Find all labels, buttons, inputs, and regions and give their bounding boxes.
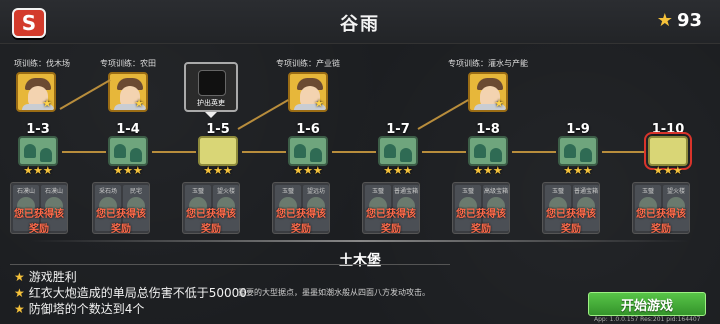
pointer-icon [205,112,217,118]
level-tile[interactable] [198,136,238,166]
reward-name: 玉璧 [461,188,474,195]
level-label: 1-6 [296,122,320,137]
reward-claimed-text: 您已获得该奖励 [276,209,326,235]
reward-card[interactable]: 玉璧 普通宝箱 您已获得该奖励 [542,182,600,235]
star-icon: ★ [656,10,673,31]
boss-icon [198,70,226,96]
path-line [512,151,556,153]
boss-label: 护出英吏 [197,99,225,107]
level-stars: ★★★ [653,164,683,177]
level-tile[interactable] [558,136,598,166]
reward-claimed-text: 您已获得该奖励 [186,209,236,235]
reward-card[interactable]: 玉璧 高级宝箱 您已获得该奖励 [452,182,510,235]
path-line [602,151,646,153]
path-line [62,151,106,153]
level-stars: ★★★ [473,164,503,177]
trainer-avatar[interactable]: ★ [468,72,508,112]
star-icon: ★ [14,270,25,284]
level-stars: ★★★ [203,164,233,177]
start-game-button[interactable]: 开始游戏 [588,292,706,316]
reward-card[interactable]: 玉璧 普通宝箱 您已获得该奖励 [362,182,420,235]
reward-claimed-text: 您已获得该奖励 [546,209,596,235]
star-icon: ★ [14,286,25,300]
boss-portrait[interactable]: 护出英吏 [184,62,238,112]
reward-name: 高级宝箱 [483,188,508,195]
reward-name: 望火楼 [666,188,685,195]
star-icon: ★ [134,97,144,110]
reward-name: 民宅 [129,188,142,195]
reward-name: 玉璧 [551,188,564,195]
version-text: App: 1.0.0.157 Res:201 pid:164407 [594,316,701,323]
reward-card[interactable]: 采石场 民宅 您已获得该奖励 [92,182,150,235]
star-icon: ★ [42,97,52,110]
reward-name: 望火楼 [216,188,235,195]
page-title: 谷雨 [340,14,380,35]
level-stars: ★★★ [293,164,323,177]
level-label: 1-5 [206,122,230,137]
level-label: 1-4 [116,122,140,137]
reward-name: 玉璧 [191,188,204,195]
star-icon: ★ [14,302,25,316]
level-tile-selected[interactable] [644,132,692,170]
level-stars: ★★★ [563,164,593,177]
star-counter: ★ 93 [657,10,702,31]
level-label: 1-8 [476,122,500,137]
reward-claimed-text: 您已获得该奖励 [14,209,64,235]
level-stars: ★★★ [23,164,53,177]
trainer-label: 专项训练：农田 [100,59,156,68]
reward-name: 石漠山 [16,188,35,195]
trainer-avatar[interactable]: ★ [108,72,148,112]
stage-name: 土木堡 [339,253,381,269]
divider [10,264,450,265]
level-stars: ★★★ [383,164,413,177]
stage-description: 重要的大型据点，墨墨如潮水般从四面八方发动攻击。 [238,288,430,297]
top-bar: S 谷雨 ★ 93 [0,0,720,44]
level-tile[interactable] [18,136,58,166]
reward-card[interactable]: 玉璧 望火楼 您已获得该奖励 [182,182,240,235]
trainer-label: 专项训练：灌水与产能 [448,59,528,68]
objective-text: 红衣大炮造成的单局总伤害不低于50000 [28,286,247,300]
level-label: 1-9 [566,122,590,137]
reward-name: 玉璧 [371,188,384,195]
reward-card[interactable]: 石漠山 石漠山 您已获得该奖励 [10,182,68,235]
level-tile[interactable] [378,136,418,166]
level-label: 1-7 [386,122,410,137]
reward-card[interactable]: 玉璧 望火楼 您已获得该奖励 [632,182,690,235]
level-tile[interactable] [108,136,148,166]
star-count: 93 [676,10,702,31]
trainer-label: 专项训练：产业链 [276,59,340,68]
reward-claimed-text: 您已获得该奖励 [366,209,416,235]
objective: ★ 防御塔的个数达到4个 [14,300,144,317]
reward-claimed-text: 您已获得该奖励 [636,209,686,235]
level-tile[interactable] [468,136,508,166]
level-label: 1-3 [26,122,50,137]
path-line [332,151,376,153]
path-line [152,151,196,153]
level-tile[interactable] [288,136,328,166]
reward-name: 望远坊 [306,188,325,195]
reward-name: 玉璧 [641,188,654,195]
reward-name: 采石场 [98,188,117,195]
star-icon: ★ [314,97,324,110]
objective: ★ 游戏胜利 [14,268,77,285]
path-line [242,151,286,153]
reward-claimed-text: 您已获得该奖励 [96,209,146,235]
reward-claimed-text: 您已获得该奖励 [456,209,506,235]
reward-card[interactable]: 玉璧 望远坊 您已获得该奖励 [272,182,330,235]
objective-text: 游戏胜利 [28,270,77,284]
objective-text: 防御塔的个数达到4个 [28,302,145,316]
level-stars: ★★★ [113,164,143,177]
trainer-avatar[interactable]: ★ [16,72,56,112]
path-line [422,151,466,153]
reward-name: 石漠山 [44,188,63,195]
divider [30,240,690,242]
reward-name: 玉璧 [281,188,294,195]
reward-name: 普通宝箱 [393,188,418,195]
level-label: 1-10 [651,122,685,137]
trainer-avatar[interactable]: ★ [288,72,328,112]
objective: ★ 红衣大炮造成的单局总伤害不低于50000 [14,284,247,301]
star-icon: ★ [494,97,504,110]
reward-name: 普通宝箱 [573,188,598,195]
